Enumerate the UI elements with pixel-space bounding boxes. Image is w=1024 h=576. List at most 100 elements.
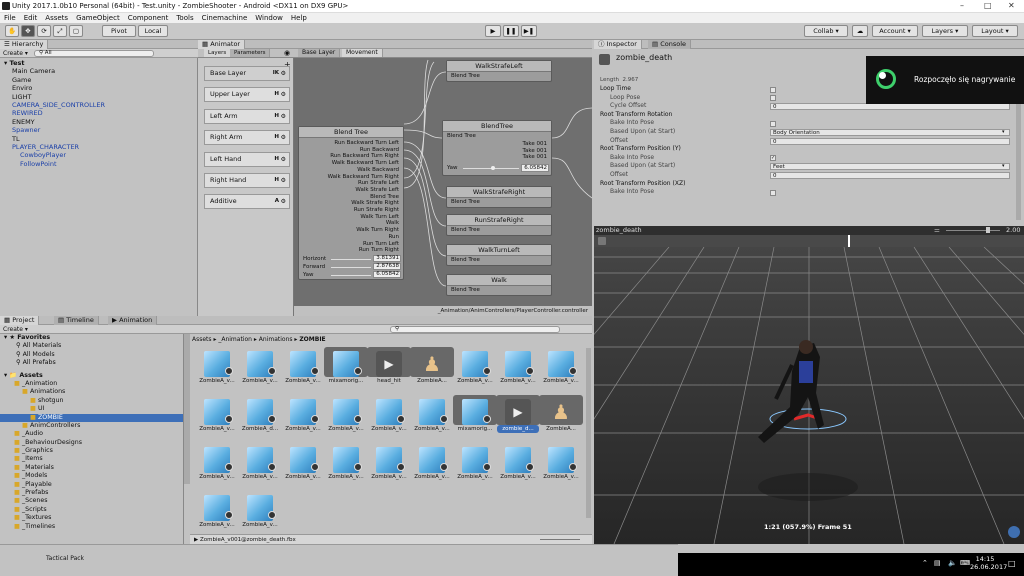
taskbar-clock[interactable]: 14:15 26.06.2017 xyxy=(970,555,1007,571)
animator-layer-item[interactable]: Left Arm H ⚙ xyxy=(204,108,290,124)
tab-layers[interactable]: Layers xyxy=(204,49,232,57)
icon-size-slider[interactable] xyxy=(540,539,580,540)
tab-animation[interactable]: ▶ Animation xyxy=(108,316,158,325)
rotate-tool-button[interactable]: ⟳ xyxy=(37,25,51,37)
layer-settings-icon[interactable]: ⚙ xyxy=(281,131,286,144)
asset-item[interactable]: ZombieA_v... xyxy=(325,396,367,440)
asset-item[interactable]: ZombieA_v... xyxy=(368,396,410,440)
tab-inspector[interactable]: ⓘ Inspector xyxy=(594,40,642,49)
animation-preview[interactable]: zombie_death ⚌ 2.00 1:21 (057.9%) Frame … xyxy=(594,226,1024,544)
asset-item[interactable]: ZombieA_v... xyxy=(454,444,496,488)
asset-item[interactable]: ZombieA_v... xyxy=(282,444,324,488)
param-slider[interactable] xyxy=(331,266,371,268)
notifications-icon[interactable]: □ xyxy=(1008,559,1016,568)
asset-item[interactable]: ZombieA_v... xyxy=(239,348,281,392)
blend-tree-node[interactable]: Blend Tree Run Backward Turn Left Run Bac… xyxy=(298,126,404,280)
asset-item[interactable]: ZombieA_v... xyxy=(196,444,238,488)
breadcrumb-item[interactable]: _Animation xyxy=(218,336,252,343)
inspector-checkbox[interactable] xyxy=(770,189,776,196)
assets-row[interactable]: ▾ 📁 Assets xyxy=(0,372,183,380)
inspector-field[interactable]: 0 xyxy=(770,103,1010,111)
rect-tool-button[interactable]: ▢ xyxy=(69,25,83,37)
inspector-field[interactable]: 0 xyxy=(770,172,1010,179)
project-search-input[interactable]: ⚲ xyxy=(390,326,560,333)
menu-item[interactable]: Help xyxy=(291,14,307,22)
tab-console[interactable]: ▤ Console xyxy=(648,40,692,49)
param-value-field[interactable]: 6.05842 xyxy=(373,270,401,278)
asset-grid-scrollbar[interactable] xyxy=(586,348,591,518)
collab-button[interactable]: Collab ▾ xyxy=(804,25,848,37)
asset-item[interactable]: ZombieA_v... xyxy=(196,396,238,440)
hierarchy-item[interactable]: PLAYER_CHARACTER xyxy=(0,143,198,151)
asset-item[interactable]: mixamorig... xyxy=(454,396,496,440)
network-icon[interactable]: ▤ xyxy=(934,559,941,567)
inspector-field[interactable]: 0 xyxy=(770,137,1010,145)
tab-timeline[interactable]: ▤ Timeline xyxy=(54,316,99,325)
folder-item[interactable]: ■ _Textures xyxy=(0,514,183,522)
param-slider[interactable] xyxy=(331,258,371,260)
breadcrumb-movement[interactable]: Movement xyxy=(342,49,383,57)
menu-item[interactable]: Component xyxy=(128,14,169,22)
layer-settings-icon[interactable]: ⚙ xyxy=(281,88,286,101)
folder-item[interactable]: ■ _Graphics xyxy=(0,447,183,455)
hierarchy-item[interactable]: LIGHT xyxy=(0,93,198,101)
folder-item[interactable]: ■ _Materials xyxy=(0,464,183,472)
folder-item[interactable]: ■ _Models xyxy=(0,472,183,480)
tab-parameters[interactable]: Parameters xyxy=(230,49,271,57)
pause-button[interactable]: ❚❚ xyxy=(503,25,519,37)
tab-project[interactable]: ▦ Project xyxy=(0,316,40,325)
center-blendtree-node[interactable]: BlendTree Blend Tree Take 001 Take 001 T… xyxy=(442,120,552,176)
asset-item[interactable]: ZombieA_v... xyxy=(540,444,582,488)
hand-tool-button[interactable]: ✋ xyxy=(5,25,19,37)
folder-item[interactable]: ■ Animations xyxy=(0,388,183,396)
hierarchy-item[interactable]: FollowPoint xyxy=(0,160,198,168)
animator-layer-item[interactable]: Left Hand H ⚙ xyxy=(204,151,290,167)
folder-item[interactable]: ■ AnimControllers xyxy=(0,422,183,430)
scale-tool-button[interactable]: ⤢ xyxy=(53,25,67,37)
folder-item[interactable]: ■ UI xyxy=(0,405,183,413)
folder-item[interactable]: ■ _Scenes xyxy=(0,497,183,505)
hierarchy-item[interactable]: Game xyxy=(0,76,198,84)
state-node[interactable]: WalkTurnLeft Blend Tree xyxy=(446,244,552,266)
volume-icon[interactable]: 🔈 xyxy=(948,559,957,567)
asset-item[interactable]: ▶ zombie_d... xyxy=(497,396,539,440)
asset-item[interactable]: ▶ head_hit xyxy=(368,348,410,392)
speed-slider-handle[interactable] xyxy=(986,227,990,233)
layer-settings-icon[interactable]: ⚙ xyxy=(281,110,286,123)
hierarchy-search-input[interactable]: ⚲ All xyxy=(34,50,154,57)
tab-animator[interactable]: ▦ Animator xyxy=(198,40,246,49)
tray-chevron-icon[interactable]: ⌃ xyxy=(922,559,928,567)
folder-item[interactable]: ■ _Items xyxy=(0,455,183,463)
asset-item[interactable]: ZombieA_v... xyxy=(239,444,281,488)
inspector-checkbox[interactable]: ✓ xyxy=(770,155,776,162)
folder-item[interactable]: ■ _Animation xyxy=(0,380,183,388)
state-node[interactable]: WalkStrafeRight Blend Tree xyxy=(446,186,552,208)
folder-item[interactable]: ■ ZOMBIE xyxy=(0,413,183,422)
state-node[interactable]: RunStrafeRight Blend Tree xyxy=(446,214,552,236)
local-button[interactable]: Local xyxy=(138,25,168,37)
folder-item[interactable]: ■ _Audio xyxy=(0,430,183,438)
eye-icon[interactable]: ◉ xyxy=(284,49,290,57)
layout-button[interactable]: Layout ▾ xyxy=(972,25,1018,37)
folder-item[interactable]: ■ _Scripts xyxy=(0,506,183,514)
asset-item[interactable]: ZombieA_v... xyxy=(540,348,582,392)
menu-item[interactable]: Cinemachine xyxy=(202,14,248,22)
folder-item[interactable]: ■ _Timelines xyxy=(0,523,183,531)
asset-item[interactable]: ZombieA_v... xyxy=(497,444,539,488)
animator-layer-item[interactable]: Right Hand H ⚙ xyxy=(204,173,290,188)
layer-settings-icon[interactable]: ⚙ xyxy=(281,153,286,166)
tab-hierarchy[interactable]: ☰ Hierarchy xyxy=(0,40,49,49)
asset-item[interactable]: ZombieA_v... xyxy=(196,348,238,392)
animator-layer-item[interactable]: Upper Layer H ⚙ xyxy=(204,87,290,103)
account-button[interactable]: Account ▾ xyxy=(872,25,918,37)
breadcrumb-base-layer[interactable]: Base Layer xyxy=(298,49,341,57)
menu-item[interactable]: Edit xyxy=(24,14,38,22)
animator-layer-item[interactable]: Additive A ⚙ xyxy=(204,194,290,210)
hierarchy-item[interactable]: Spawner xyxy=(0,126,198,134)
param-slider[interactable] xyxy=(331,274,371,276)
cloud-icon[interactable]: ☁ xyxy=(852,25,868,37)
param-value-field[interactable]: 3.81391 xyxy=(373,254,401,262)
state-node[interactable]: WalkStrafeLeft Blend Tree xyxy=(446,60,552,82)
asset-item[interactable]: ZombieA_v... xyxy=(239,492,281,536)
animator-layer-item[interactable]: Right Arm H ⚙ xyxy=(204,130,290,146)
